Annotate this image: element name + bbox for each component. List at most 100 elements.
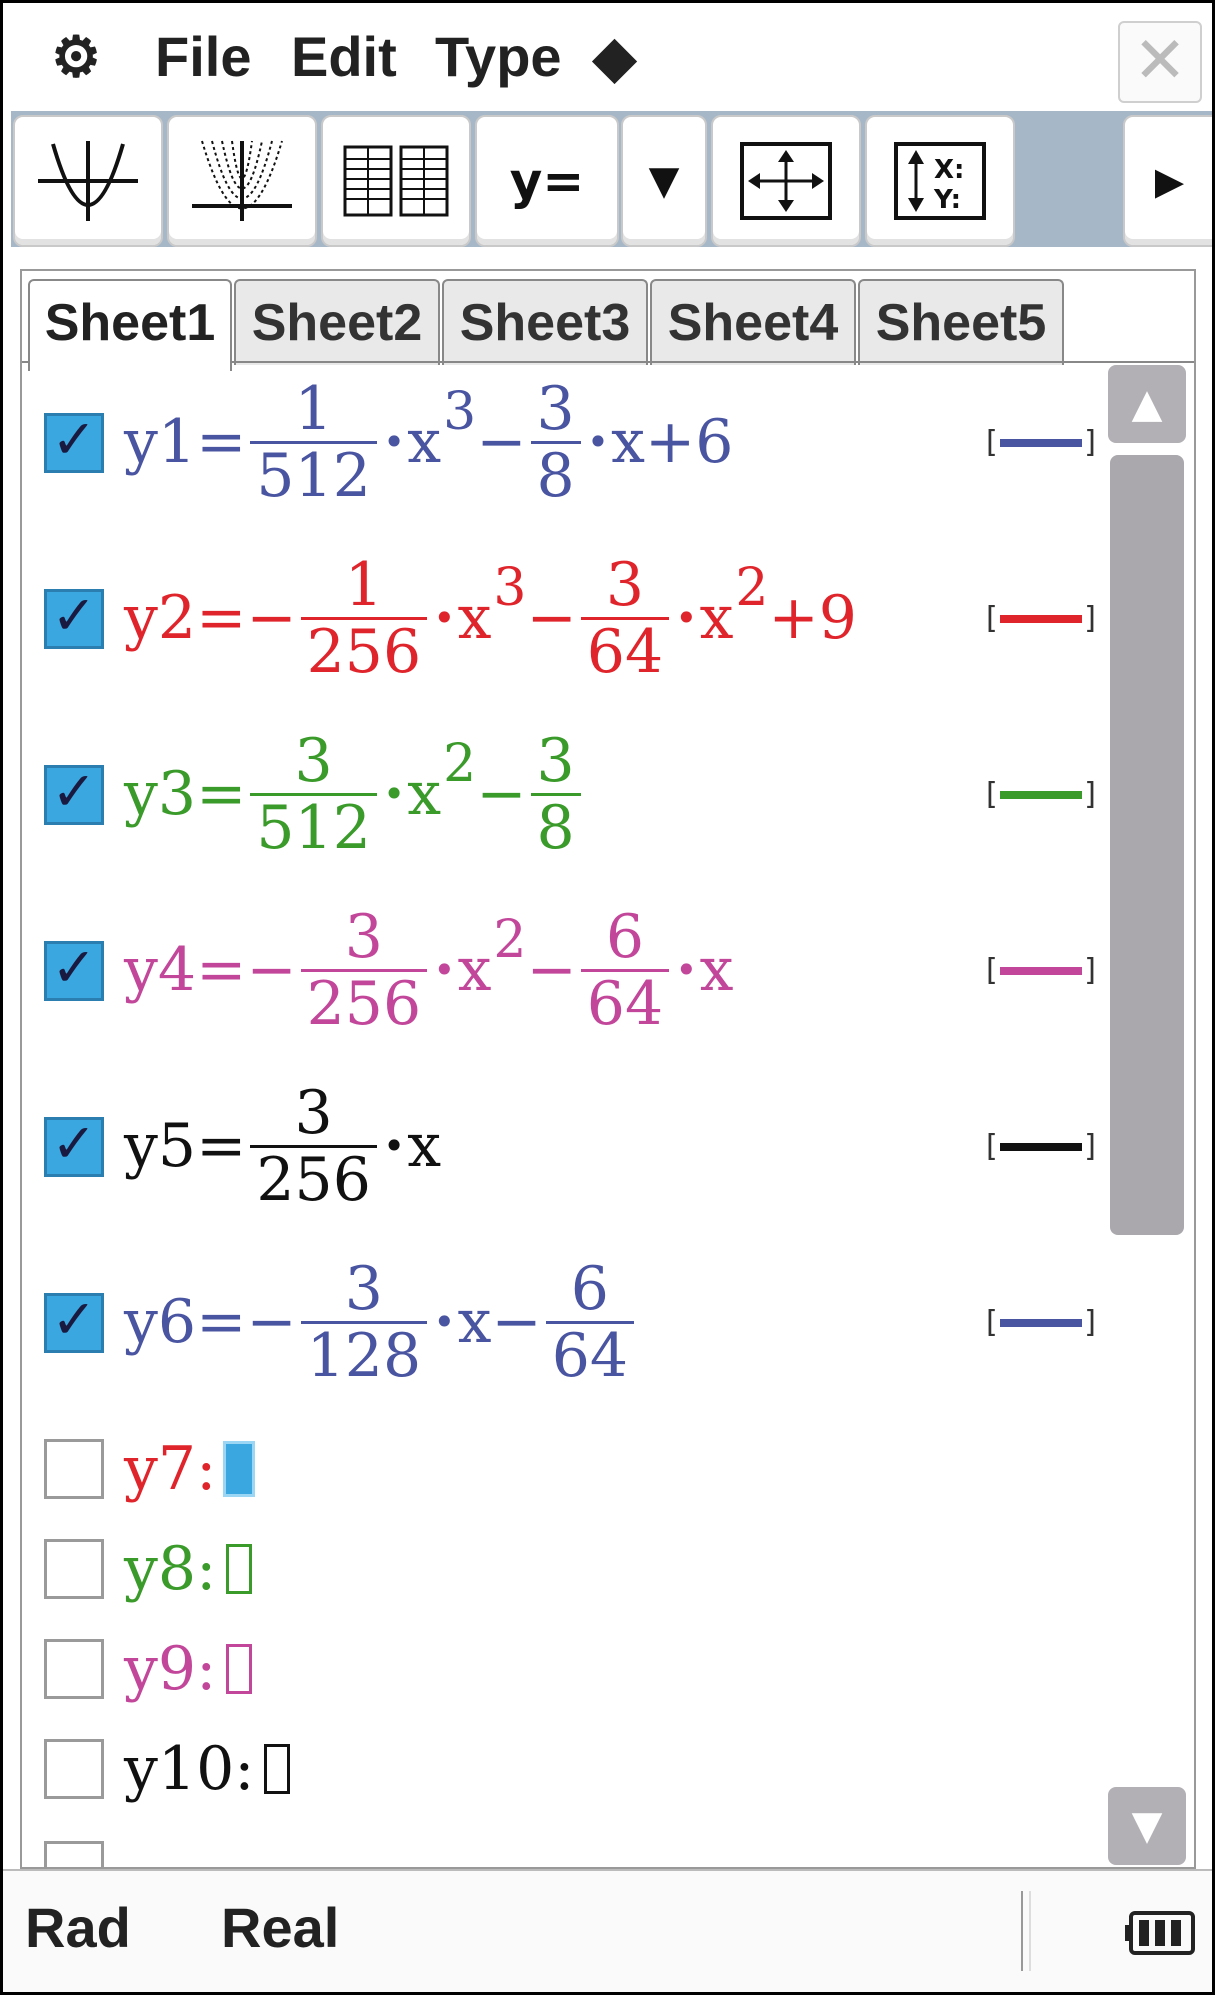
function-row-y10[interactable]: y10: <box>22 1719 1102 1819</box>
checkbox-y3[interactable]: ✓ <box>44 760 104 825</box>
function-row-partial[interactable] <box>22 1819 1102 1867</box>
checkbox-y6[interactable]: ✓ <box>44 1290 104 1353</box>
scroll-thumb[interactable] <box>1110 455 1184 1235</box>
function-row-y1[interactable]: ✓ y1= 1 512 • x 3 − 38 • x+6 [] <box>22 363 1102 539</box>
dropdown-button[interactable]: ▼ <box>621 115 707 247</box>
multi-graph-button[interactable] <box>167 115 317 247</box>
fraction: 38 <box>530 377 581 508</box>
check-icon: ✓ <box>51 1112 97 1175</box>
expression-y9[interactable]: y9: <box>124 1633 253 1705</box>
checkbox-y1[interactable]: ✓ <box>44 408 104 473</box>
line-style-y2[interactable]: [] <box>986 604 1096 634</box>
y-equals-label: y= <box>509 152 585 210</box>
tab-sheet4[interactable]: Sheet4 <box>650 279 856 365</box>
menu-bar: ⚙ File Edit Type ◆ ✕ <box>3 3 1212 111</box>
graph-button[interactable] <box>13 115 163 247</box>
function-row-y3[interactable]: ✓ y3= 3 512 • x 2 − 38 [] <box>22 715 1102 891</box>
svg-text:Y:: Y: <box>933 185 961 215</box>
zoom-fit-button[interactable] <box>711 115 861 247</box>
angle-mode[interactable]: Rad <box>25 1895 131 1960</box>
scrollbar[interactable]: ▲ ▼ <box>1106 365 1190 1865</box>
view-window-button[interactable]: X: Y: <box>865 115 1015 247</box>
status-divider <box>1021 1891 1031 1971</box>
number-mode[interactable]: Real <box>221 1895 339 1960</box>
checkbox-y9[interactable] <box>44 1639 104 1699</box>
check-icon: ✓ <box>51 408 97 471</box>
table-button[interactable] <box>321 115 471 247</box>
line-style-y4[interactable]: [] <box>986 956 1096 986</box>
fraction: 3 512 <box>250 729 377 860</box>
chevron-right-icon: ▶ <box>1154 159 1185 203</box>
tab-sheet3[interactable]: Sheet3 <box>442 279 648 365</box>
checkbox-y7[interactable] <box>44 1439 104 1499</box>
fraction: 38 <box>530 729 581 860</box>
function-row-y2[interactable]: ✓ y2=− 1 256 • x 3 − 3 64 • x 2 +9 [] <box>22 539 1102 715</box>
battery-icon <box>1125 1911 1195 1955</box>
tab-sheet2[interactable]: Sheet2 <box>234 279 440 365</box>
function-row-y8[interactable]: y8: <box>22 1519 1102 1619</box>
zoom-fit-icon <box>740 142 832 220</box>
checkbox-y8[interactable] <box>44 1539 104 1599</box>
function-row-y7[interactable]: y7: <box>22 1419 1102 1519</box>
graph-icon <box>38 141 138 221</box>
line-style-y5[interactable]: [] <box>986 1132 1096 1162</box>
fraction: 6 64 <box>545 1257 635 1388</box>
triangle-down-icon: ▼ <box>1131 1803 1163 1849</box>
empty-entry-box[interactable] <box>264 1744 291 1794</box>
tab-sheet1[interactable]: Sheet1 <box>28 279 232 371</box>
expression-y10[interactable]: y10: <box>124 1733 291 1805</box>
triangle-up-icon: ▲ <box>1131 381 1163 427</box>
expression-y4[interactable]: y4=− 3 256 • x 2 − 6 64 • x <box>124 905 733 1036</box>
toolbar: y= ▼ X: Y: ▶ <box>11 111 1212 247</box>
line-style-y1[interactable]: [] <box>986 428 1096 458</box>
fraction: 3 256 <box>250 1081 377 1212</box>
empty-entry-box[interactable] <box>226 1644 253 1694</box>
function-row-y9[interactable]: y9: <box>22 1619 1102 1719</box>
fraction: 1 512 <box>250 377 377 508</box>
y-equals-button[interactable]: y= <box>475 115 619 247</box>
calculator-window: ⚙ File Edit Type ◆ ✕ y= ▼ X: Y: ▶ Sheet1… <box>0 0 1215 1995</box>
expression-y2[interactable]: y2=− 1 256 • x 3 − 3 64 • x 2 +9 <box>124 553 857 684</box>
line-style-y3[interactable]: [] <box>986 780 1096 810</box>
checkbox-partial[interactable] <box>44 1841 104 1867</box>
expression-y6[interactable]: y6=− 3 128 • x− 6 64 <box>124 1257 638 1388</box>
diamond-menu-icon[interactable]: ◆ <box>593 21 636 93</box>
expression-y1[interactable]: y1= 1 512 • x 3 − 38 • x+6 <box>124 377 733 508</box>
fraction: 3 128 <box>300 1257 428 1388</box>
expression-y8[interactable]: y8: <box>124 1533 253 1605</box>
expression-y5[interactable]: y5= 3 256 • x <box>124 1081 441 1212</box>
function-list: ✓ y1= 1 512 • x 3 − 38 • x+6 [] ✓ y2=− 1… <box>22 363 1102 1867</box>
checkbox-y10[interactable] <box>44 1739 104 1799</box>
scroll-down-button[interactable]: ▼ <box>1108 1787 1186 1865</box>
expression-y3[interactable]: y3= 3 512 • x 2 − 38 <box>124 729 585 860</box>
close-icon: ✕ <box>1133 24 1187 98</box>
check-icon: ✓ <box>51 584 97 647</box>
checkbox-y5[interactable]: ✓ <box>44 1112 104 1177</box>
multi-graph-icon <box>192 140 292 221</box>
graph-editor-panel: Sheet1 Sheet2 Sheet3 Sheet4 Sheet5 ✓ y1=… <box>20 269 1196 1869</box>
gear-icon[interactable]: ⚙ <box>51 21 101 93</box>
empty-entry-box[interactable] <box>226 1544 253 1594</box>
function-row-y5[interactable]: ✓ y5= 3 256 • x [] <box>22 1067 1102 1243</box>
line-style-y6[interactable]: [] <box>986 1308 1096 1338</box>
chevron-down-icon: ▼ <box>648 158 680 204</box>
status-bar: Rad Real <box>3 1869 1212 1992</box>
toolbar-next-button[interactable]: ▶ <box>1123 115 1212 247</box>
menu-type[interactable]: Type <box>435 21 562 93</box>
table-icon <box>343 145 449 217</box>
fraction: 6 64 <box>580 905 670 1036</box>
input-cursor[interactable] <box>223 1441 256 1497</box>
fraction: 1 256 <box>300 553 428 684</box>
tab-sheet5[interactable]: Sheet5 <box>858 279 1064 365</box>
function-row-y6[interactable]: ✓ y6=− 3 128 • x− 6 64 [] <box>22 1243 1102 1419</box>
expression-y7[interactable]: y7: <box>124 1433 256 1505</box>
scroll-up-button[interactable]: ▲ <box>1108 365 1186 443</box>
check-icon: ✓ <box>51 760 97 823</box>
function-row-y4[interactable]: ✓ y4=− 3 256 • x 2 − 6 64 • x [] <box>22 891 1102 1067</box>
menu-file[interactable]: File <box>155 21 251 93</box>
checkbox-y2[interactable]: ✓ <box>44 584 104 649</box>
menu-edit[interactable]: Edit <box>291 21 397 93</box>
sheet-tabs: Sheet1 Sheet2 Sheet3 Sheet4 Sheet5 <box>22 271 1194 371</box>
close-button[interactable]: ✕ <box>1118 21 1202 103</box>
checkbox-y4[interactable]: ✓ <box>44 938 104 1001</box>
